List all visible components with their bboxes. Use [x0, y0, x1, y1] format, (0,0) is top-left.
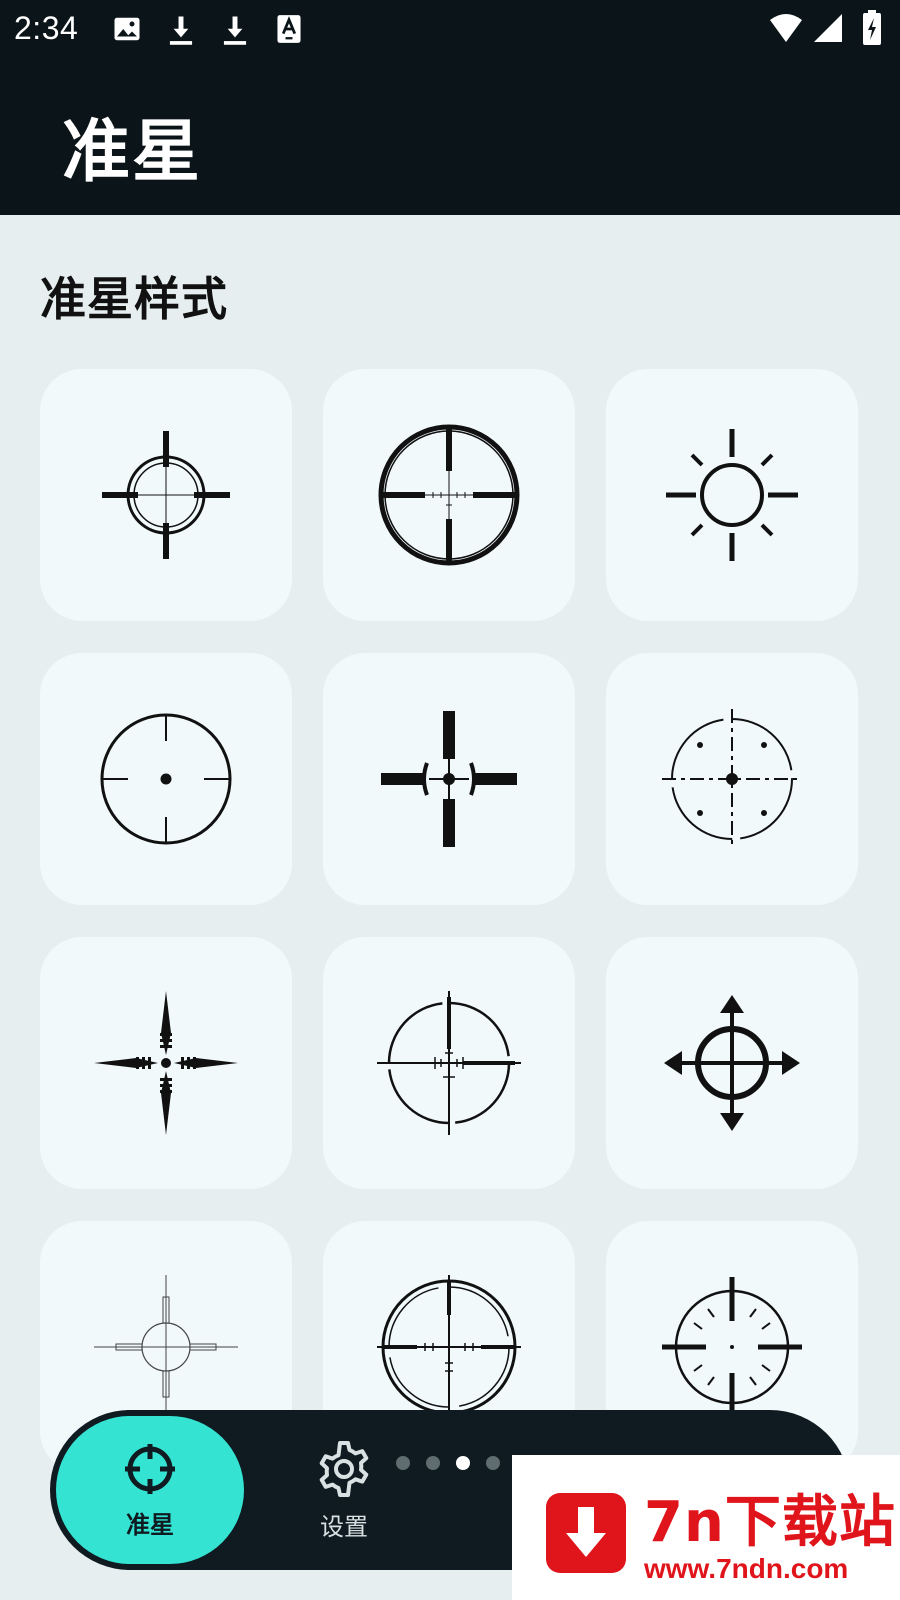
download-icon: [223, 16, 247, 45]
crosshair-option-5[interactable]: [323, 653, 575, 905]
app-bar: 准星: [0, 62, 900, 215]
nav-item-settings[interactable]: 设置: [250, 1416, 438, 1564]
wifi-icon: [770, 14, 802, 42]
page-dot: [426, 1456, 440, 1470]
page-dot: [396, 1456, 410, 1470]
crosshair-icon: [125, 1443, 175, 1494]
crosshair-option-7[interactable]: [40, 937, 292, 1189]
main-content: 准星样式: [0, 215, 900, 1600]
watermark-url: www.7ndn.com: [644, 1553, 849, 1584]
section-title: 准星样式: [40, 272, 228, 326]
font-a-icon: [277, 15, 301, 43]
page-dot: [486, 1456, 500, 1470]
gear-icon: [319, 1440, 369, 1497]
signal-icon: [814, 14, 842, 42]
crosshair-sun-icon: [666, 429, 798, 561]
watermark: 7n下载站 www.7ndn.com: [512, 1455, 900, 1600]
crosshair-tick-circle-icon: [662, 1277, 802, 1417]
download-icon: [169, 16, 193, 45]
crosshair-option-1[interactable]: [40, 369, 292, 621]
crosshair-circle-cross-icon: [102, 431, 230, 559]
crosshair-circle-dot-icon: [100, 713, 232, 845]
battery-charging-icon: [863, 10, 881, 45]
crosshair-arrow-circle-icon: [664, 995, 800, 1131]
crosshair-heavy-cross-icon: [381, 711, 517, 847]
watermark-title: 7n下载站: [644, 1490, 896, 1555]
nav-label-settings: 设置: [320, 1512, 368, 1541]
page-indicator: [396, 1456, 500, 1470]
crosshair-spiked-icon: [94, 991, 238, 1135]
crosshair-double-ring-icon: [377, 1275, 521, 1419]
crosshair-option-3[interactable]: [606, 369, 858, 621]
crosshair-grid: [40, 369, 860, 1473]
crosshair-option-4[interactable]: [40, 653, 292, 905]
crosshair-scope-ring-icon: [378, 424, 520, 566]
image-icon: [114, 17, 140, 41]
crosshair-option-2[interactable]: [323, 369, 575, 621]
crosshair-dashed-circle-icon: [662, 709, 802, 849]
crosshair-option-9[interactable]: [606, 937, 858, 1189]
nav-item-crosshair[interactable]: 准星: [56, 1416, 244, 1564]
crosshair-option-6[interactable]: [606, 653, 858, 905]
watermark-logo-icon: [546, 1493, 626, 1573]
crosshair-thin-scope-icon: [94, 1275, 238, 1419]
crosshair-broken-circle-icon: [377, 991, 521, 1135]
status-time: 2:34: [14, 10, 79, 46]
crosshair-option-8[interactable]: [323, 937, 575, 1189]
status-bar: 2:34: [0, 0, 900, 62]
nav-label-crosshair: 准星: [126, 1510, 174, 1539]
page-dot-active: [456, 1456, 470, 1470]
page-title: 准星: [62, 113, 203, 192]
